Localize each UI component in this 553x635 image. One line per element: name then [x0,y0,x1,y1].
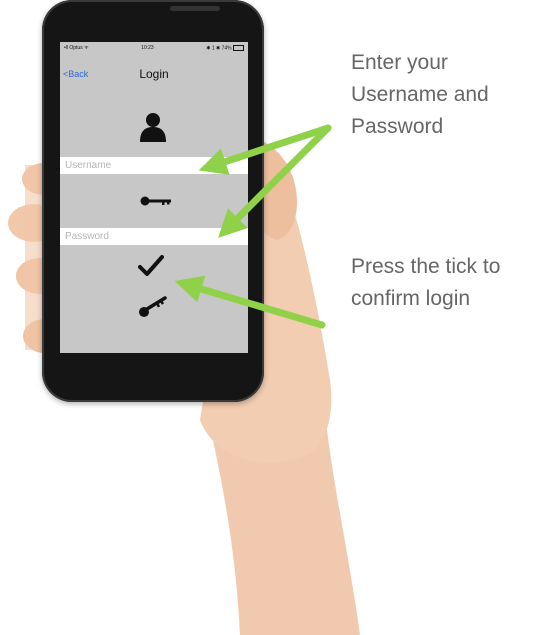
status-right: ✱ 1 ✱ 74% [206,44,244,52]
app-screen: •ll Optus ᯤ 10:23 ✱ 1 ✱ 74% <Back Login [60,42,248,353]
key-alt-icon [139,296,167,317]
callout-confirm-line2: confirm login [351,287,471,310]
callout-credentials-line1: Enter your [351,51,448,74]
user-icon [140,113,166,142]
password-field[interactable] [60,228,248,245]
carrier-label: •ll Optus ᯤ [64,45,89,51]
status-bar: •ll Optus ᯤ 10:23 ✱ 1 ✱ 74% [60,42,248,54]
callout-credentials-line2: Username and [351,83,489,106]
callout-confirm-line1: Press the tick to [351,255,501,278]
callout-credentials-line3: Password [351,115,444,138]
username-field[interactable] [60,157,248,174]
callout-credentials: Enter your Username and Password [351,47,489,143]
status-time: 10:23 [141,45,154,51]
callout-confirm: Press the tick to confirm login [351,251,500,315]
phone-bottom-bezel [60,353,248,387]
tick-icon[interactable] [138,255,164,277]
nav-bar: <Back Login [60,64,248,84]
key-icon [140,196,171,206]
battery-icon [233,44,244,51]
battery-label: ✱ 1 ✱ 74% [206,45,232,52]
page-title: Login [139,67,169,81]
phone-speaker [170,6,220,11]
